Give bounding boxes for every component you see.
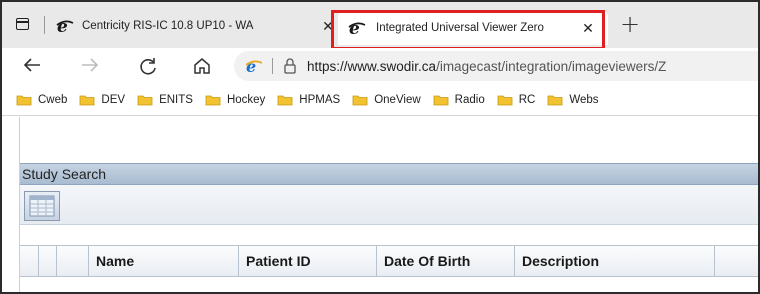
tab-separator	[44, 16, 45, 34]
svg-text:e: e	[349, 19, 360, 37]
close-tab-icon[interactable]: ✕	[320, 18, 336, 35]
lock-icon[interactable]	[283, 58, 297, 74]
url-text: https://www.swodir.ca/imagecast/integrat…	[307, 59, 666, 74]
folder-icon	[497, 94, 513, 106]
new-tab-button[interactable]: +	[620, 12, 640, 36]
tab-integrated-viewer[interactable]: e Integrated Universal Viewer Zero ✕	[338, 11, 608, 45]
bookmark-label: OneView	[374, 93, 421, 106]
bookmark-label: Webs	[569, 93, 599, 106]
bookmark-item[interactable]: Cweb	[16, 94, 67, 106]
url-host: https://www.swodir.ca	[307, 58, 437, 74]
bookmark-item[interactable]: Radio	[433, 94, 485, 106]
column-header-more[interactable]	[715, 246, 758, 276]
folder-icon	[277, 94, 293, 106]
study-search-toolbar	[20, 185, 758, 225]
svg-text:e: e	[246, 58, 256, 74]
bookmark-label: Radio	[454, 93, 485, 106]
url-path: /imagecast/integration/imageviewers/Z	[436, 58, 667, 74]
bookmark-label: ENITS	[159, 93, 193, 106]
column-header-status[interactable]	[57, 246, 89, 276]
bookmark-label: Hockey	[226, 93, 266, 106]
ie-mode-icon[interactable]: e	[246, 58, 262, 74]
page-blank-area	[2, 117, 758, 163]
bookmark-item[interactable]: Hockey	[205, 94, 265, 106]
ie-logo-icon: e	[348, 19, 366, 37]
folder-icon	[547, 94, 563, 106]
refresh-icon[interactable]	[138, 56, 158, 81]
column-header-name[interactable]: Name	[89, 246, 239, 276]
column-header-select[interactable]	[20, 246, 39, 276]
bookmark-label: HPMAS	[299, 93, 341, 106]
grid-view-button[interactable]	[24, 191, 60, 221]
grid-icon	[29, 195, 55, 217]
study-grid-header: Name Patient ID Date Of Birth Descriptio…	[20, 245, 758, 277]
window-menu-icon[interactable]	[16, 18, 29, 30]
screenshot-frame: e Centricity RIS-IC 10.8 UP10 - WA ✕ e I…	[0, 0, 760, 294]
svg-text:e: e	[57, 17, 68, 35]
bookmark-label: DEV	[101, 93, 126, 106]
url-separator	[272, 58, 273, 74]
column-header-description[interactable]: Description	[515, 246, 715, 276]
column-header-flag[interactable]	[39, 246, 57, 276]
folder-icon	[205, 94, 221, 106]
browser-tab-strip: e Centricity RIS-IC 10.8 UP10 - WA ✕ e I…	[2, 2, 758, 50]
study-search-header: Study Search	[20, 163, 758, 185]
forward-icon[interactable]	[80, 56, 100, 79]
tab-title: Integrated Universal Viewer Zero	[376, 22, 544, 34]
column-header-date-of-birth[interactable]: Date Of Birth	[377, 246, 515, 276]
folder-icon	[352, 94, 368, 106]
column-header-patient-id[interactable]: Patient ID	[239, 246, 377, 276]
bookmark-item[interactable]: OneView	[352, 93, 421, 106]
bookmark-item[interactable]: DEV	[79, 94, 125, 106]
bookmark-label: RC	[518, 93, 536, 106]
browser-address-bar: e https://www.swodir.ca/imagecast/integr…	[2, 48, 758, 84]
home-icon[interactable]	[192, 56, 212, 81]
bookmark-item[interactable]: RC	[497, 93, 536, 106]
back-icon[interactable]	[22, 56, 42, 79]
bookmark-item[interactable]: ENITS	[137, 94, 193, 106]
bookmark-label: Cweb	[38, 93, 68, 106]
bookmark-item[interactable]: HPMAS	[277, 94, 340, 106]
folder-icon	[16, 94, 32, 106]
close-tab-icon[interactable]: ✕	[580, 20, 596, 37]
folder-icon	[79, 94, 95, 106]
study-grid-body	[20, 277, 758, 292]
url-field[interactable]: e https://www.swodir.ca/imagecast/integr…	[234, 51, 758, 81]
folder-icon	[433, 94, 449, 106]
ie-logo-icon: e	[56, 17, 74, 35]
folder-icon	[137, 94, 153, 106]
bookmark-item[interactable]: Webs	[547, 93, 599, 106]
panel-title: Study Search	[22, 166, 107, 182]
bookmarks-bar: Cweb DEV ENITS Hockey HPMAS OneView Radio RC Web…	[2, 84, 758, 116]
tab-title: Centricity RIS-IC 10.8 UP10 - WA	[82, 20, 254, 32]
tab-centricity[interactable]: e Centricity RIS-IC 10.8 UP10 - WA ✕	[52, 11, 340, 41]
